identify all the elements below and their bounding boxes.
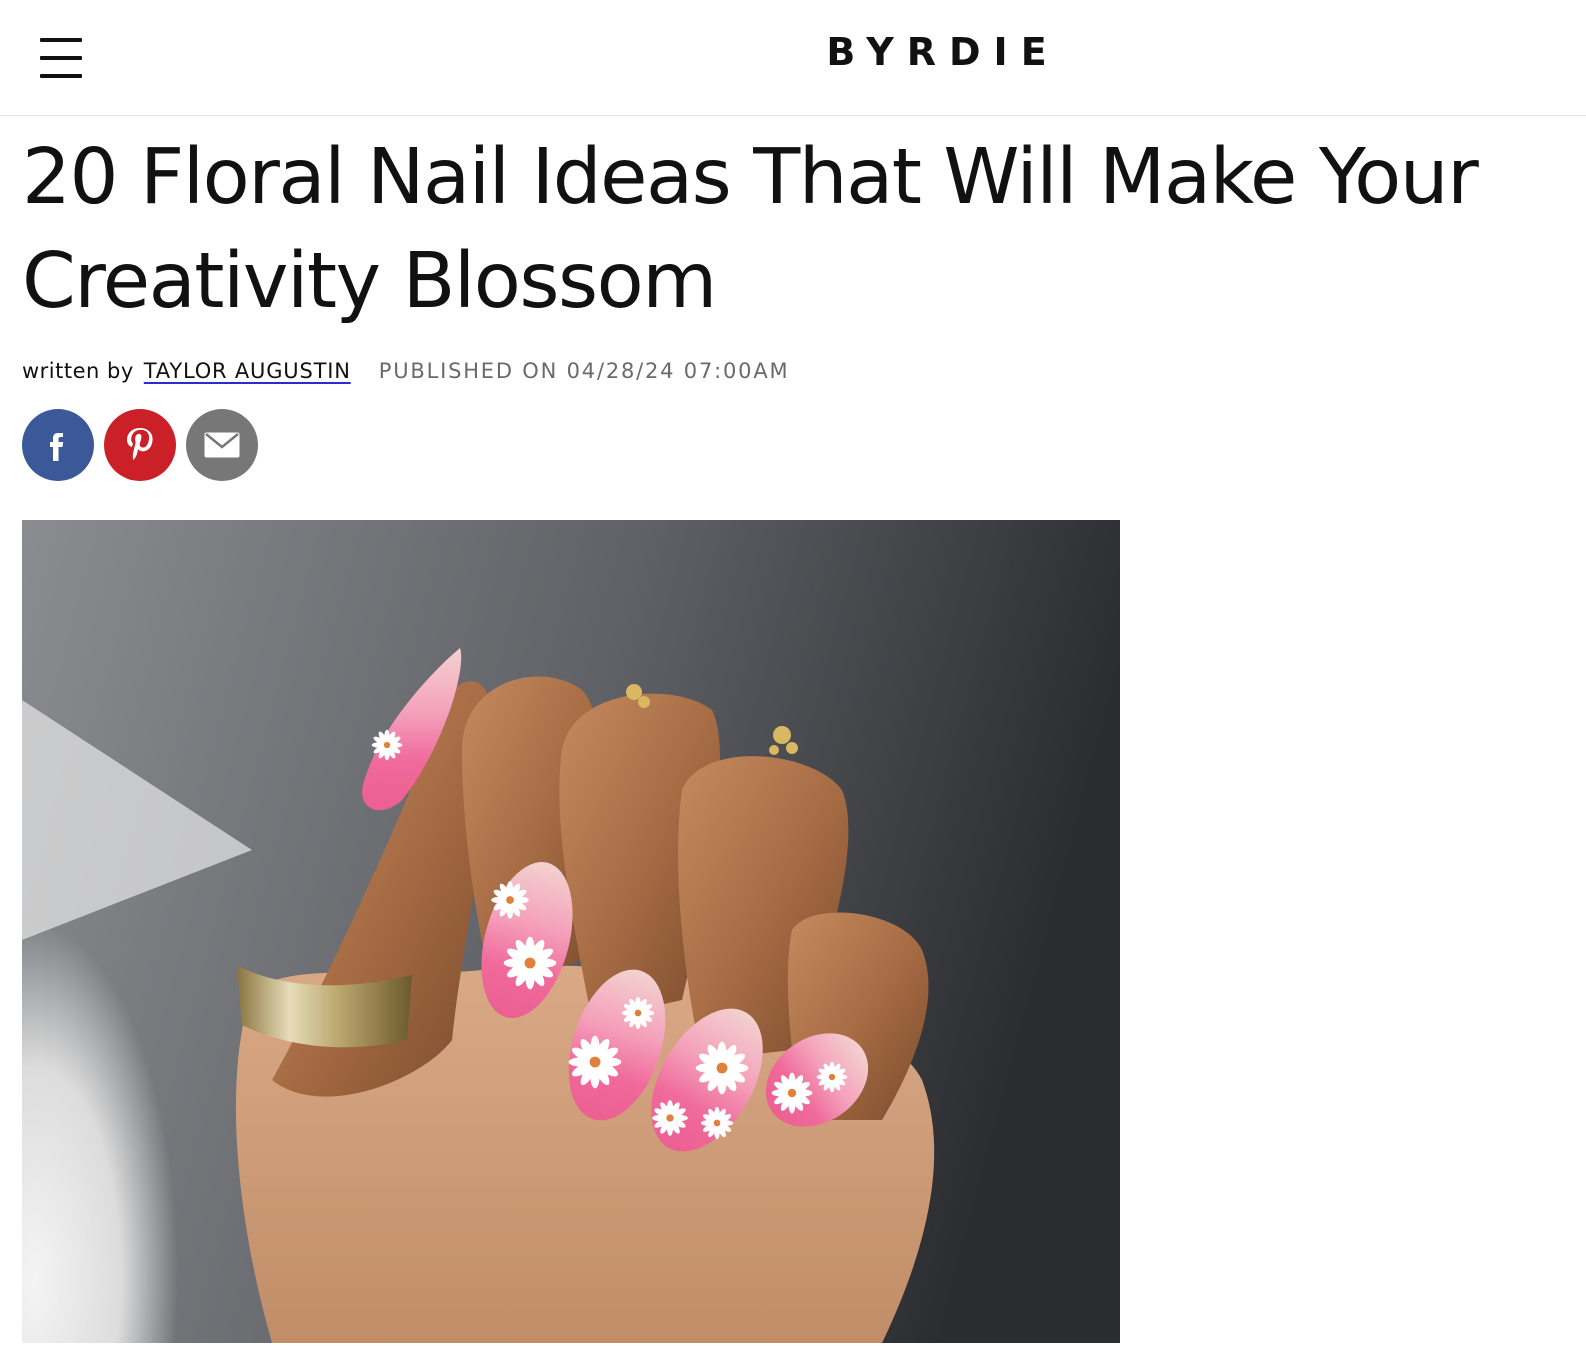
author-link[interactable]: TAYLOR AUGUSTIN — [144, 359, 351, 383]
pinterest-icon — [127, 428, 153, 461]
facebook-share-button[interactable] — [22, 409, 94, 481]
byline-prefix: written by — [22, 359, 134, 383]
email-icon — [204, 432, 240, 458]
pinterest-share-button[interactable] — [104, 409, 176, 481]
facebook-icon — [50, 433, 64, 461]
hero-image — [22, 520, 1120, 1343]
site-logo[interactable]: BYRDIE — [0, 30, 1586, 74]
hand-with-floral-nails-image — [22, 520, 1120, 1343]
site-header: BYRDIE — [0, 0, 1586, 116]
share-buttons — [22, 409, 258, 481]
publish-date: PUBLISHED ON 04/28/24 07:00AM — [378, 359, 790, 383]
menu-line — [40, 74, 82, 78]
byline: written by TAYLOR AUGUSTIN PUBLISHED ON … — [22, 356, 789, 386]
email-share-button[interactable] — [186, 409, 258, 481]
article-title: 20 Floral Nail Ideas That Will Make Your… — [22, 133, 1479, 326]
